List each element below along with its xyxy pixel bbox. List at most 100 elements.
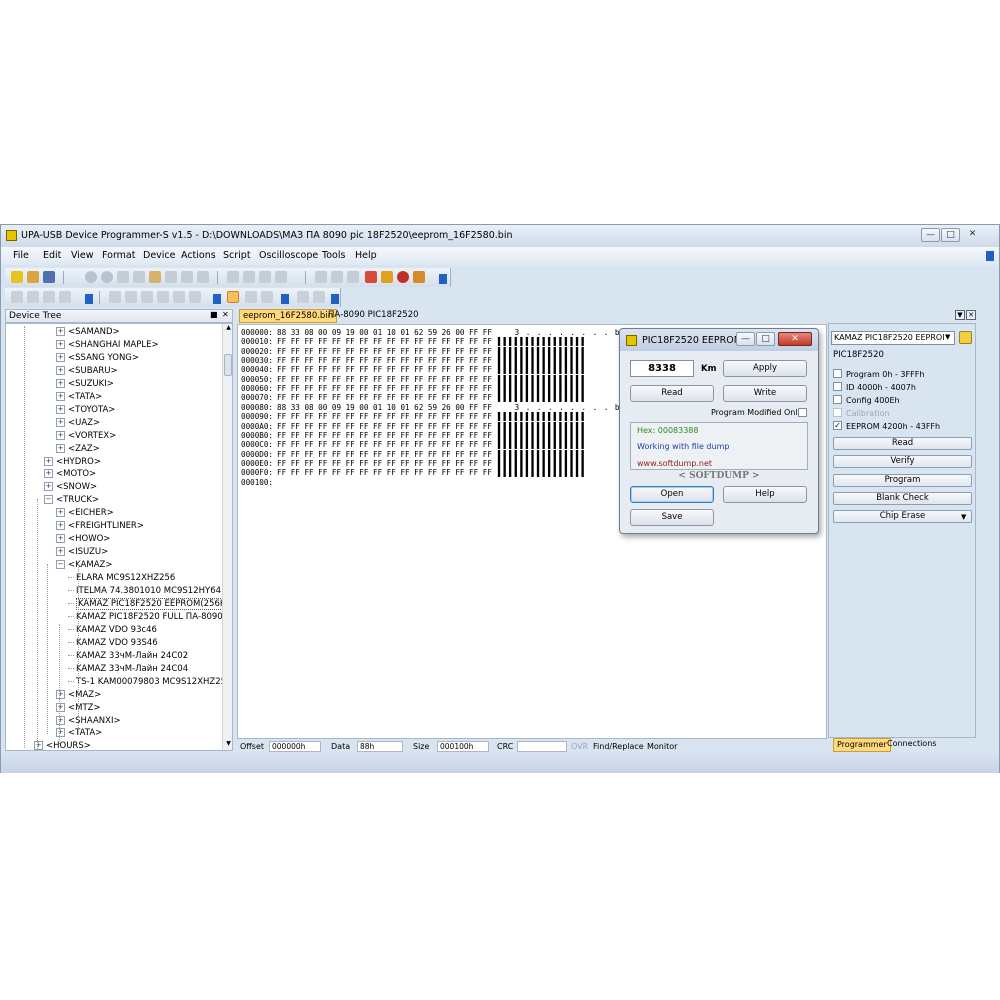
tree-item[interactable]: + <ZAZ> <box>56 443 100 454</box>
hex-ascii[interactable]: ▌▌▌▌▌▌▌▌▌▌▌▌▌▌▌▌ <box>498 356 587 365</box>
toolbar-overflow-icon[interactable] <box>986 251 994 261</box>
monitor-link[interactable]: Monitor <box>647 742 677 751</box>
expand-icon[interactable]: + <box>56 391 65 401</box>
hex-row[interactable]: 000020: FF FF FF FF FF FF FF FF FF FF FF … <box>241 347 587 356</box>
tree-item[interactable]: KAMAZ VDO 93S46 <box>68 638 158 648</box>
expand-icon[interactable]: + <box>56 521 65 531</box>
hex-ascii[interactable]: ▌▌▌▌▌▌▌▌▌▌▌▌▌▌▌▌ <box>498 412 587 421</box>
tree-item[interactable]: + <TATA> <box>56 391 102 402</box>
hex-bytes[interactable]: 88 33 08 00 09 19 00 01 10 01 62 59 26 0… <box>277 403 492 412</box>
bug-icon[interactable] <box>397 271 409 283</box>
tree-item[interactable]: + <SAMAND> <box>56 327 120 337</box>
page-copy-icon[interactable] <box>243 271 255 283</box>
script-stop-icon[interactable] <box>331 271 343 283</box>
tree-item[interactable]: − <TRUCK> <box>44 495 99 505</box>
redo-icon[interactable] <box>101 271 113 283</box>
hex-ascii[interactable]: ▌▌▌▌▌▌▌▌▌▌▌▌▌▌▌▌ <box>498 375 587 384</box>
scroll-down-icon[interactable]: ▼ <box>224 740 232 749</box>
script-edit-icon[interactable] <box>347 271 359 283</box>
hex-row[interactable]: 000070: FF FF FF FF FF FF FF FF FF FF FF … <box>241 393 587 402</box>
hex-bytes[interactable]: FF FF FF FF FF FF FF FF FF FF FF FF FF F… <box>277 468 492 477</box>
expand-icon[interactable]: + <box>56 404 65 414</box>
toolbar-dropdown-icon[interactable] <box>439 274 447 284</box>
tree-item[interactable]: + <SSANG YONG> <box>56 352 139 363</box>
tool-9-icon[interactable] <box>173 291 185 303</box>
tree-item[interactable]: + <MOTO> <box>44 469 96 479</box>
tree-item[interactable]: + <HOURS> <box>34 741 91 750</box>
tree-item[interactable]: KAMAZ VDO 93c46 <box>68 625 157 635</box>
tree-item[interactable]: + <SUZUKI> <box>56 378 114 389</box>
tool-10-icon[interactable] <box>189 291 201 303</box>
chevron-down-icon[interactable]: ▼ <box>945 333 950 341</box>
hex-bytes[interactable]: FF FF FF FF FF FF FF FF FF FF FF FF FF F… <box>277 337 492 346</box>
hex-bytes[interactable]: FF FF FF FF FF FF FF FF FF FF FF FF FF F… <box>277 440 492 449</box>
tree-item[interactable]: ELARA MC9S12XHZ256 <box>68 573 175 583</box>
apply-button[interactable]: Apply <box>723 360 807 377</box>
collapse-icon[interactable]: − <box>44 495 53 505</box>
km-input[interactable]: 8338 <box>630 360 694 377</box>
open-folder-icon[interactable] <box>27 271 39 283</box>
expand-icon[interactable]: + <box>56 378 65 388</box>
find-replace-link[interactable]: Find/Replace <box>593 742 644 751</box>
toolbar-dropdown-icon[interactable] <box>281 294 289 304</box>
tree-item[interactable]: + <SHAANXI> <box>56 715 121 726</box>
menu-tools[interactable]: Tools <box>322 250 345 261</box>
hex-row[interactable]: 000100: <box>241 478 283 487</box>
menu-oscilloscope[interactable]: Oscilloscope <box>259 250 318 261</box>
device-info-icon[interactable] <box>959 331 972 344</box>
tree-item[interactable]: + <ISUZU> <box>56 547 108 557</box>
tree-item[interactable]: − <KAMAZ> <box>56 560 112 570</box>
expand-icon[interactable]: + <box>44 482 53 492</box>
hex-bytes[interactable]: FF FF FF FF FF FF FF FF FF FF FF FF FF F… <box>277 431 492 440</box>
copy-icon[interactable] <box>133 271 145 283</box>
hex-ascii[interactable]: ▌▌▌▌▌▌▌▌▌▌▌▌▌▌▌▌ <box>498 365 587 374</box>
open-button[interactable]: Open <box>630 486 714 503</box>
tool-3-icon[interactable] <box>43 291 55 303</box>
cut-icon[interactable] <box>117 271 129 283</box>
hex-ascii[interactable]: ▌▌▌▌▌▌▌▌▌▌▌▌▌▌▌▌ <box>498 422 587 431</box>
hex-row[interactable]: 000090: FF FF FF FF FF FF FF FF FF FF FF … <box>241 412 587 421</box>
tool-6-icon[interactable] <box>125 291 137 303</box>
expand-icon[interactable]: + <box>56 715 65 725</box>
tree-item[interactable]: + <TATA> <box>56 728 102 738</box>
tool-4-icon[interactable] <box>59 291 71 303</box>
hex-bytes[interactable]: FF FF FF FF FF FF FF FF FF FF FF FF FF F… <box>277 412 492 421</box>
new-file-icon[interactable] <box>11 271 23 283</box>
hex-bytes[interactable]: FF FF FF FF FF FF FF FF FF FF FF FF FF F… <box>277 422 492 431</box>
tree-item[interactable]: + <HOWO> <box>56 534 110 544</box>
tree-item[interactable]: + <EICHER> <box>56 508 114 518</box>
hex-ascii[interactable]: ▌▌▌▌▌▌▌▌▌▌▌▌▌▌▌▌ <box>498 450 587 459</box>
save-icon[interactable] <box>43 271 55 283</box>
maximize-button[interactable]: □ <box>941 228 960 242</box>
device-select[interactable]: KAMAZ PIC18F2520 EEPROI <box>831 331 955 345</box>
toolbar-dropdown-icon[interactable] <box>213 294 221 304</box>
menu-actions[interactable]: Actions <box>181 250 216 261</box>
program-checkbox[interactable] <box>833 369 842 378</box>
hex-row[interactable]: 000080: 88 33 08 00 09 19 00 01 10 01 62 … <box>241 403 643 412</box>
select-all-icon[interactable] <box>181 271 193 283</box>
tree-item[interactable]: KAMAZ 33чМ-Лайн 24C02 <box>68 651 188 661</box>
id-checkbox[interactable] <box>833 382 842 391</box>
expand-icon[interactable]: + <box>56 702 65 712</box>
chip-erase-select[interactable]: Chip Erase <box>833 510 972 523</box>
dialog-close-button[interactable]: ✕ <box>778 332 812 346</box>
hex-bytes[interactable]: FF FF FF FF FF FF FF FF FF FF FF FF FF F… <box>277 393 492 402</box>
hex-ascii[interactable]: ▌▌▌▌▌▌▌▌▌▌▌▌▌▌▌▌ <box>498 459 587 468</box>
hex-ascii[interactable]: ▌▌▌▌▌▌▌▌▌▌▌▌▌▌▌▌ <box>498 468 587 477</box>
expand-icon[interactable]: + <box>56 443 65 453</box>
calibration-checkbox[interactable] <box>833 408 842 417</box>
hex-ascii[interactable]: ▌▌▌▌▌▌▌▌▌▌▌▌▌▌▌▌ <box>498 393 587 402</box>
menu-script[interactable]: Script <box>223 250 251 261</box>
script-run-icon[interactable] <box>315 271 327 283</box>
page-compare-icon[interactable] <box>259 271 271 283</box>
hex-bytes[interactable]: FF FF FF FF FF FF FF FF FF FF FF FF FF F… <box>277 347 492 356</box>
dialog-maximize-button[interactable]: □ <box>756 332 775 346</box>
size-field[interactable]: 000100h <box>437 741 489 752</box>
toolbar-dropdown-icon[interactable] <box>331 294 339 304</box>
dialog-read-button[interactable]: Read <box>630 385 714 402</box>
tab-eeprom-file[interactable]: eeprom_16F2580.bin <box>239 309 338 323</box>
tab-pa8090[interactable]: ПА-8090 PIC18F2520 <box>325 309 422 323</box>
hex-row[interactable]: 0000C0: FF FF FF FF FF FF FF FF FF FF FF … <box>241 440 587 449</box>
expand-icon[interactable]: + <box>56 534 65 544</box>
hex-row[interactable]: 0000D0: FF FF FF FF FF FF FF FF FF FF FF … <box>241 450 587 459</box>
